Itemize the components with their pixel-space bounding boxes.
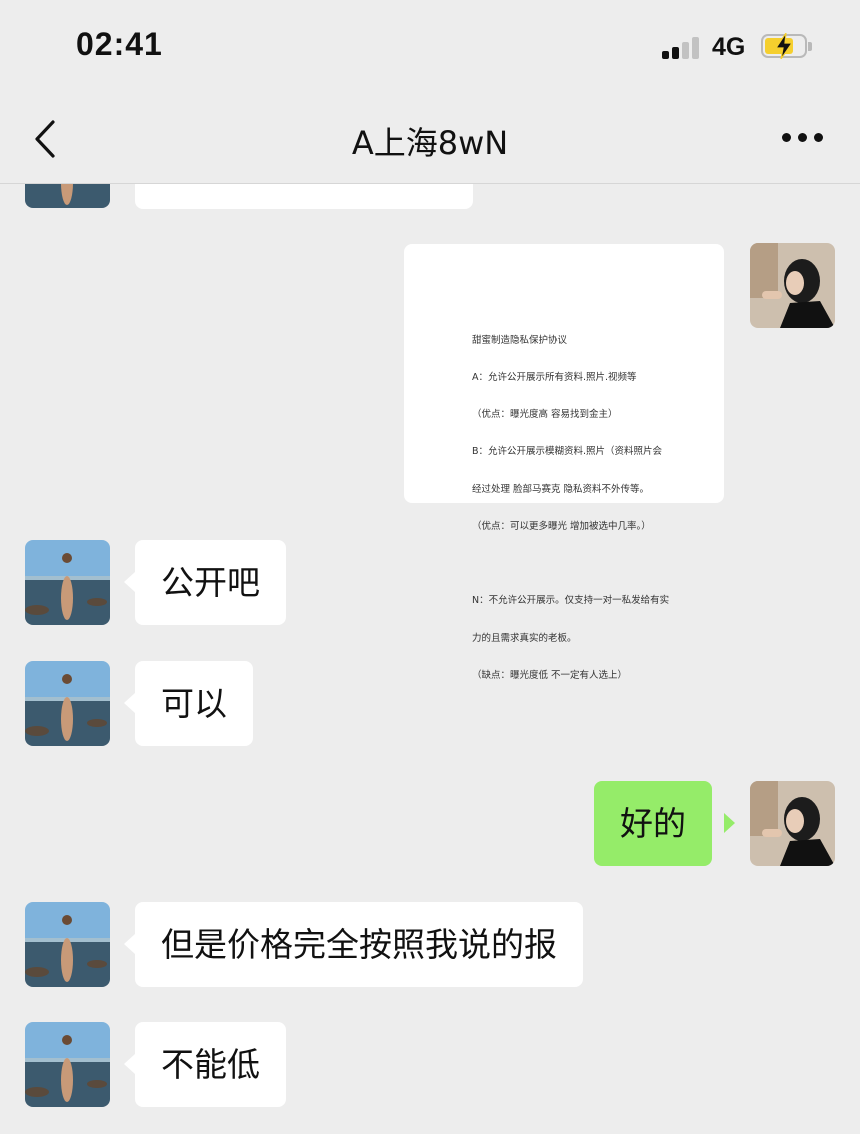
message-bubble[interactable]: 但是价格完全按照我说的报	[135, 902, 583, 987]
message-bubble-partial	[135, 184, 473, 209]
image-message[interactable]: 甜蜜制造隐私保护协议 A：允许公开展示所有资料.照片.视频等 （优点：曝光度高 …	[404, 244, 724, 681]
privacy-agreement-text: 甜蜜制造隐私保护协议 A：允许公开展示所有资料.照片.视频等 （优点：曝光度高 …	[472, 334, 670, 681]
contact-avatar[interactable]	[25, 540, 110, 625]
message-bubble-sent[interactable]: 好的	[594, 781, 712, 866]
my-avatar[interactable]	[750, 243, 835, 328]
contact-avatar[interactable]	[25, 184, 110, 208]
message-bubble[interactable]: 公开吧	[135, 540, 286, 625]
battery-cap	[808, 42, 812, 51]
battery-charging-icon	[761, 33, 807, 59]
my-avatar[interactable]	[750, 781, 835, 866]
contact-avatar[interactable]	[25, 661, 110, 746]
network-type: 4G	[712, 33, 746, 61]
signal-icon	[662, 37, 702, 59]
message-bubble[interactable]: 不能低	[135, 1022, 286, 1107]
more-dots-icon[interactable]	[778, 127, 826, 147]
status-time: 02:41	[76, 26, 163, 62]
contact-avatar[interactable]	[25, 1022, 110, 1107]
message-bubble[interactable]: 可以	[135, 661, 253, 746]
status-bar: 02:41 4G	[0, 0, 860, 95]
chat-header: A上海8wN	[0, 95, 860, 184]
chat-messages[interactable]: 甜蜜制造隐私保护协议 A：允许公开展示所有资料.照片.视频等 （优点：曝光度高 …	[0, 184, 860, 1134]
chat-title: A上海8wN	[351, 124, 509, 162]
contact-avatar[interactable]	[25, 902, 110, 987]
